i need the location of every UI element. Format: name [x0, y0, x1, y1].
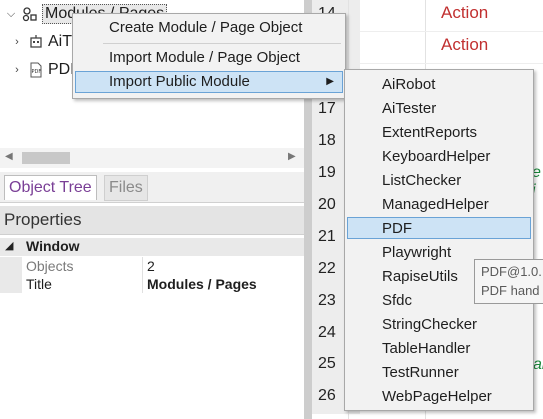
scroll-left-icon[interactable]: ◀ — [5, 151, 13, 162]
menu-item-label: Create Module / Page Object — [109, 19, 303, 36]
menu-item-create-module[interactable]: Create Module / Page Object — [75, 17, 343, 39]
menu-item-import-public-module[interactable]: Import Public Module ▶ — [75, 71, 343, 93]
property-value: 2 — [147, 258, 155, 274]
action-cell[interactable]: Action — [441, 35, 488, 55]
property-key: Title — [26, 276, 52, 292]
tab-files[interactable]: Files — [104, 175, 148, 201]
property-key: Objects — [26, 258, 74, 274]
chevron-right-icon[interactable]: › — [10, 64, 24, 76]
submenu-item-listchecker[interactable]: ListChecker — [347, 169, 531, 191]
submenu-item-tablehandler[interactable]: TableHandler — [347, 337, 531, 359]
tooltip-line: PDF@1.0. — [481, 264, 542, 279]
submenu-item-managedhelper[interactable]: ManagedHelper — [347, 193, 531, 215]
row-divider — [360, 31, 543, 32]
robot-icon — [28, 34, 44, 50]
modules-icon — [22, 6, 38, 22]
menu-item-label: Import Module / Page Object — [109, 49, 300, 66]
column-divider — [142, 275, 143, 293]
submenu-item-stringchecker[interactable]: StringChecker — [347, 313, 531, 335]
tooltip-line: PDF hand — [481, 283, 540, 298]
module-tooltip: PDF@1.0. PDF hand — [474, 259, 543, 304]
scroll-right-icon[interactable]: ▶ — [288, 151, 296, 162]
properties-header: Properties — [0, 206, 304, 235]
section-label: Window — [26, 238, 80, 254]
property-row-title[interactable]: Title Modules / Pages — [0, 275, 304, 293]
tree-item-pdf[interactable]: › PDF PDF — [0, 57, 80, 83]
tree-item-ait[interactable]: › AiT — [0, 29, 72, 55]
submenu-item-testrunner[interactable]: TestRunner — [347, 361, 531, 383]
collapse-triangle-icon[interactable]: ◢ — [5, 239, 13, 252]
tree-horizontal-scrollbar[interactable]: ◀ ▶ — [0, 148, 304, 168]
pdf-file-icon: PDF — [28, 62, 44, 78]
submenu-item-webpagehelper[interactable]: WebPageHelper — [347, 385, 531, 407]
properties-title: Properties — [4, 210, 82, 229]
column-divider — [142, 257, 143, 275]
row-gutter — [0, 257, 22, 275]
context-menu: Create Module / Page Object Import Modul… — [72, 13, 346, 99]
row-divider — [360, 63, 543, 64]
scrollbar-thumb[interactable] — [22, 152, 70, 164]
comment-fragment: ak — [533, 356, 543, 373]
property-grid: ◢ Window Objects 2 Title Modules / Pages — [0, 236, 304, 419]
svg-text:PDF: PDF — [32, 69, 42, 75]
chevron-right-icon[interactable]: › — [10, 36, 24, 48]
property-row-objects[interactable]: Objects 2 — [0, 257, 304, 275]
chevron-down-icon[interactable]: ⌵ — [4, 8, 18, 21]
row-gutter — [0, 275, 22, 293]
tab-object-tree[interactable]: Object Tree — [4, 175, 97, 200]
tree-item-label: AiT — [48, 33, 72, 50]
left-panel-tabs: Object Tree Files — [0, 172, 304, 203]
submenu-item-extentreports[interactable]: ExtentReports — [347, 121, 531, 143]
property-value[interactable]: Modules / Pages — [147, 276, 257, 292]
public-module-submenu: AiRobot AiTester ExtentReports KeyboardH… — [344, 69, 534, 411]
submenu-item-keyboardhelper[interactable]: KeyboardHelper — [347, 145, 531, 167]
menu-item-label: Import Public Module — [109, 73, 250, 90]
submenu-arrow-icon: ▶ — [326, 76, 334, 87]
submenu-item-airobot[interactable]: AiRobot — [347, 73, 531, 95]
submenu-item-aitester[interactable]: AiTester — [347, 97, 531, 119]
property-section-window[interactable]: ◢ Window — [0, 238, 304, 256]
menu-separator — [103, 43, 341, 44]
submenu-item-pdf[interactable]: PDF — [347, 217, 531, 239]
action-cell[interactable]: Action — [441, 3, 488, 23]
menu-item-import-module[interactable]: Import Module / Page Object — [75, 47, 343, 69]
